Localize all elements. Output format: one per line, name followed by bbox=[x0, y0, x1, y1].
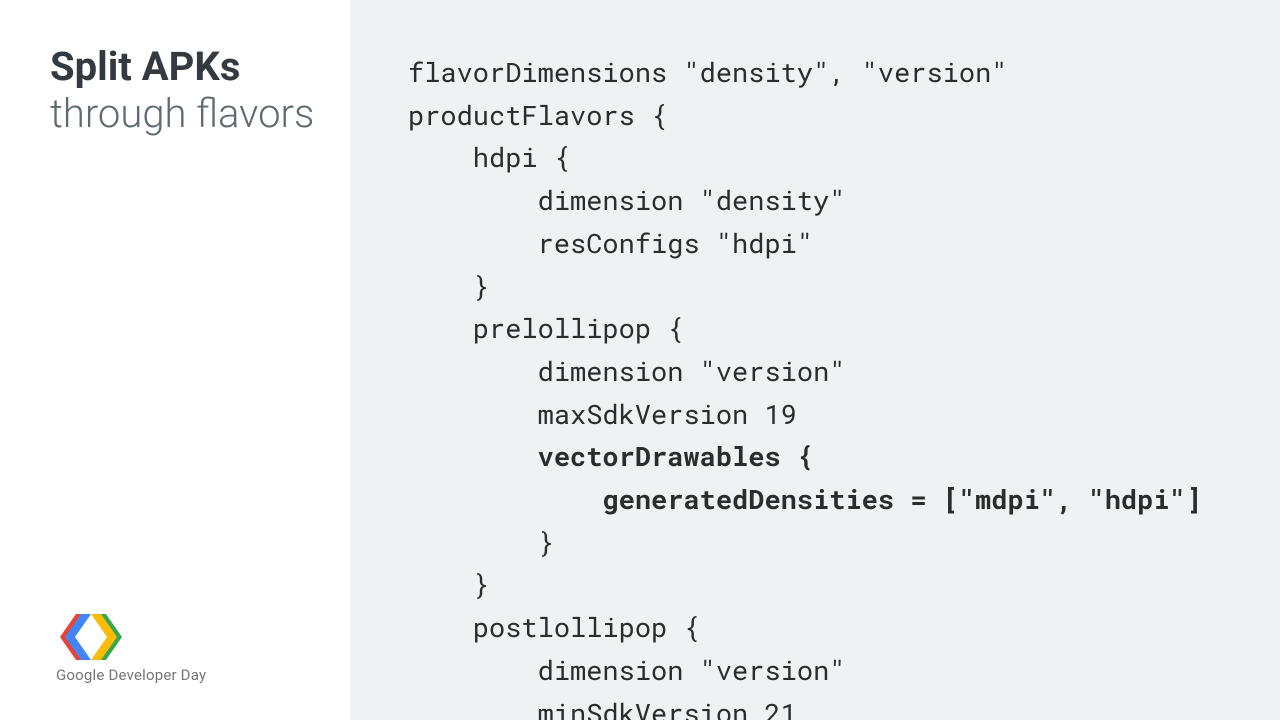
branding: Google Developer Day bbox=[50, 614, 350, 720]
code-line: } bbox=[408, 567, 489, 602]
code-line: hdpi { bbox=[408, 140, 570, 175]
code-line: dimension "version" bbox=[408, 354, 845, 389]
code-line: dimension "version" bbox=[408, 653, 845, 688]
code-line: productFlavors { bbox=[408, 98, 667, 133]
google-developer-logo-icon bbox=[56, 614, 126, 660]
code-block: flavorDimensions "density", "version" pr… bbox=[408, 52, 1280, 720]
title-line-2: through flavors bbox=[50, 90, 350, 138]
code-line: dimension "density" bbox=[408, 183, 845, 218]
branding-caption: Google Developer Day bbox=[56, 666, 350, 684]
code-line: minSdkVersion 21 bbox=[408, 696, 797, 720]
content-area: flavorDimensions "density", "version" pr… bbox=[350, 0, 1280, 720]
code-line: resConfigs "hdpi" bbox=[408, 226, 813, 261]
code-line: maxSdkVersion 19 bbox=[408, 397, 797, 432]
code-line-bold: generatedDensities = ["mdpi", "hdpi"] bbox=[602, 482, 1202, 517]
code-line: } bbox=[408, 525, 554, 560]
code-line: } bbox=[408, 269, 489, 304]
code-line-indent bbox=[408, 482, 602, 517]
code-line-indent bbox=[408, 439, 538, 474]
code-line: postlollipop { bbox=[408, 610, 700, 645]
code-line: prelollipop { bbox=[408, 311, 683, 346]
code-line-bold: vectorDrawables { bbox=[538, 439, 813, 474]
title-line-1: Split APKs bbox=[50, 44, 350, 90]
code-line: flavorDimensions "density", "version" bbox=[408, 55, 1008, 90]
slide-title: Split APKs through flavors bbox=[50, 44, 350, 138]
sidebar: Split APKs through flavors Google Develo… bbox=[0, 0, 350, 720]
